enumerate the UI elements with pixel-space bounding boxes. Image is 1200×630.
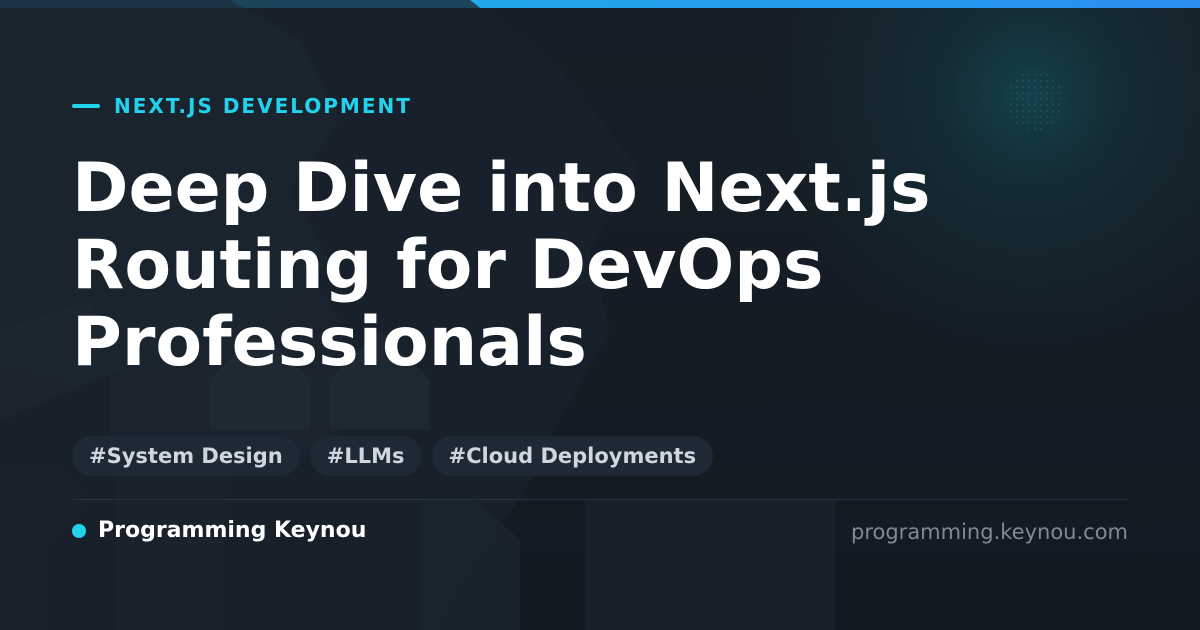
site-url: programming.keynou.com (851, 520, 1128, 544)
footer-divider (72, 499, 1128, 500)
title-line-1: Deep Dive into Next.js (72, 149, 931, 228)
og-card: NEXT.JS DEVELOPMENT Deep Dive into Next.… (0, 0, 1200, 630)
tag-pill: #LLMs (309, 436, 422, 476)
category-eyebrow: NEXT.JS DEVELOPMENT (72, 94, 412, 118)
brand-dot-icon (72, 523, 86, 538)
category-label: NEXT.JS DEVELOPMENT (114, 94, 412, 118)
title-line-2: Routing for DevOps (72, 226, 824, 305)
tag-list: #System Design #LLMs #Cloud Deployments (72, 436, 714, 476)
title-line-3: Professionals (72, 303, 587, 382)
tag-pill: #Cloud Deployments (431, 436, 714, 476)
brand-name: Programming Keynou (98, 518, 367, 543)
brand: Programming Keynou (72, 518, 366, 543)
eyebrow-dash-icon (72, 104, 100, 108)
article-title: Deep Dive into Next.js Routing for DevOp… (72, 150, 1072, 381)
tag-pill: #System Design (72, 436, 300, 476)
